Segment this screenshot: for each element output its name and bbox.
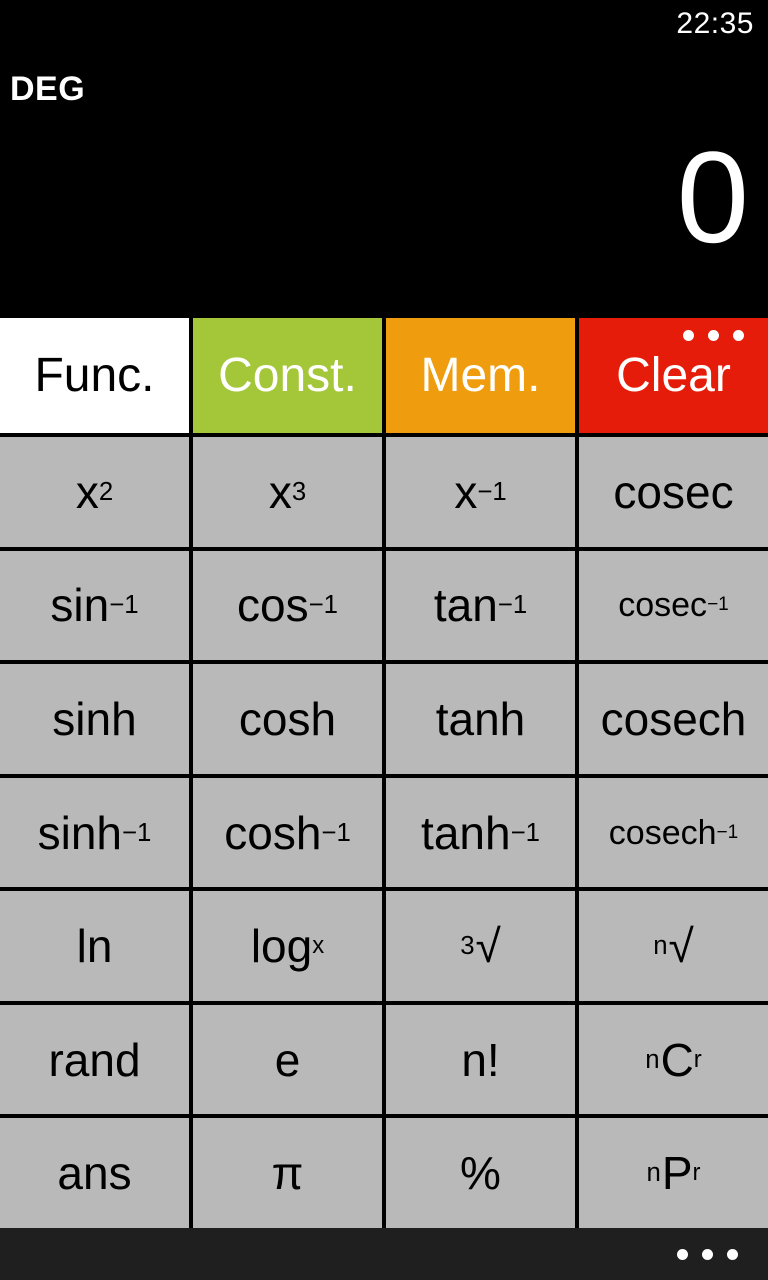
ellipsis-dot [708, 330, 719, 341]
calculator-app: 22:35 DEG 0 Func. Const. Mem. Clear x 2 x 3 x −1… [0, 0, 768, 1280]
status-clock: 22:35 [676, 7, 754, 40]
key-arsinh[interactable]: sinh −1 [0, 777, 189, 888]
key-log-base-x[interactable]: log x [193, 891, 382, 1001]
ellipsis-dot [733, 330, 744, 341]
tab-label: Mem. [420, 348, 541, 402]
keypad: x 2 x 3 x −1 cosec sin −1 cos −1 tan −1 cosec −1 sinh co… [0, 433, 768, 1229]
key-row: ln log x 3 √ n √ [0, 891, 768, 1001]
key-arcosech[interactable]: cosech −1 [579, 777, 768, 888]
ellipsis-dot [727, 1248, 738, 1260]
ellipsis-icon[interactable] [683, 330, 744, 341]
key-tanh[interactable]: tanh [386, 664, 575, 774]
key-reciprocal[interactable]: x −1 [386, 437, 575, 547]
key-cube[interactable]: x3 [193, 437, 382, 547]
key-row: sinh cosh tanh cosech [0, 664, 768, 774]
key-row: sin −1 cos −1 tan −1 cosec −1 [0, 550, 768, 661]
display-value: 0 [676, 124, 749, 270]
key-row: sinh −1 cosh −1 tanh −1 cosech −1 [0, 777, 768, 888]
ellipsis-dot [702, 1248, 713, 1260]
key-pi[interactable]: π [193, 1118, 382, 1229]
status-bar: 22:35 [0, 0, 768, 48]
more-icon[interactable] [677, 1248, 738, 1260]
tab-row: Func. Const. Mem. Clear [0, 318, 768, 433]
key-nth-root[interactable]: n √ [579, 891, 768, 1001]
key-random[interactable]: rand [0, 1004, 189, 1115]
ellipsis-dot [677, 1248, 688, 1260]
tab-label: Clear [616, 348, 731, 402]
key-artanh[interactable]: tanh −1 [386, 777, 575, 888]
key-factorial[interactable]: n! [386, 1004, 575, 1115]
key-cosec[interactable]: cosec [579, 437, 768, 547]
tab-label: Const. [218, 348, 357, 402]
key-arccos[interactable]: cos −1 [193, 550, 382, 661]
tab-const[interactable]: Const. [193, 318, 382, 433]
key-row: rand e n! n Cr [0, 1004, 768, 1115]
ellipsis-dot [683, 330, 694, 341]
key-percent[interactable]: % [386, 1118, 575, 1229]
app-bar [0, 1228, 768, 1280]
key-row: x 2 x 3 x −1 cosec [0, 437, 768, 547]
angle-mode-indicator[interactable]: DEG [10, 72, 85, 106]
key-euler-e[interactable]: e [193, 1004, 382, 1115]
key-sinh[interactable]: sinh [0, 664, 189, 774]
key-square[interactable]: x2 [0, 437, 189, 547]
key-answer[interactable]: ans [0, 1118, 189, 1229]
key-cube-root[interactable]: 3 √ [386, 891, 575, 1001]
key-cosh[interactable]: cosh [193, 664, 382, 774]
key-combinations[interactable]: nCr [579, 1004, 768, 1115]
tab-func[interactable]: Func. [0, 318, 189, 433]
tab-mem[interactable]: Mem. [386, 318, 575, 433]
key-arctan[interactable]: tan −1 [386, 550, 575, 661]
key-cosech[interactable]: cosech [579, 664, 768, 774]
calculator-display[interactable]: DEG 0 [0, 48, 768, 341]
key-arccosec[interactable]: cosec −1 [579, 550, 768, 661]
key-arcsin[interactable]: sin −1 [0, 550, 189, 661]
key-arcosh[interactable]: cosh −1 [193, 777, 382, 888]
key-row: ans π% n Pr [0, 1118, 768, 1229]
key-natural-log[interactable]: ln [0, 891, 189, 1001]
tab-label: Func. [34, 348, 155, 402]
key-permutations[interactable]: nPr [579, 1118, 768, 1229]
